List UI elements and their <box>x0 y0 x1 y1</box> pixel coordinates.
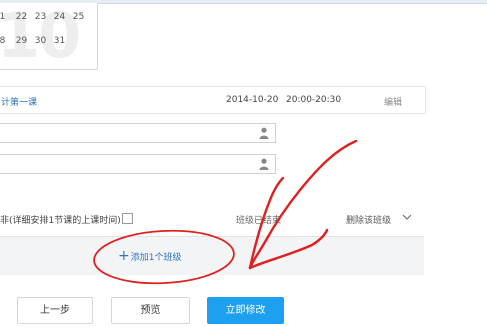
assistant-input[interactable] <box>0 154 276 174</box>
lesson-title[interactable]: 计第一课 <box>1 95 37 108</box>
add-class-button[interactable]: + 添加1个班级 <box>118 248 182 264</box>
calendar-day[interactable]: 30 <box>31 36 50 46</box>
calendar-week-row: 8 29 30 31 <box>0 36 69 46</box>
teacher-input[interactable] <box>0 123 276 143</box>
calendar-day[interactable]: 31 <box>50 36 69 46</box>
calendar-day[interactable]: 22 <box>12 12 31 22</box>
plus-icon: + <box>118 248 130 264</box>
calendar-day[interactable]: 8 <box>0 36 12 46</box>
person-icon <box>259 158 269 170</box>
save-changes-button[interactable]: 立即修改 <box>207 297 284 324</box>
lesson-time: 20:00-20:30 <box>286 95 342 105</box>
class-status: 班级已结束 <box>236 216 282 226</box>
add-class-bar: + 添加1个班级 <box>0 236 424 275</box>
person-icon <box>259 127 269 139</box>
calendar-day[interactable]: 25 <box>69 12 88 22</box>
preview-button[interactable]: 预览 <box>111 297 190 324</box>
calendar-week-row: 1 22 23 24 25 <box>0 12 88 22</box>
add-class-label: 添加1个班级 <box>130 253 182 263</box>
edit-lesson-link[interactable]: 编辑 <box>384 95 402 108</box>
calendar-day[interactable]: 24 <box>50 12 69 22</box>
calendar: 10 1 22 23 24 25 8 29 30 31 <box>0 3 98 70</box>
previous-step-button[interactable]: 上一步 <box>17 297 93 324</box>
lesson-date: 2014-10-20 <box>226 95 279 105</box>
schedule-description: 非(详细安排1节课的上课时间) <box>0 216 121 226</box>
lesson-row: 计第一课 2014-10-20 20:00-20:30 编辑 <box>0 86 426 114</box>
delete-class-link[interactable]: 删除该班级 <box>346 213 391 226</box>
calendar-day[interactable]: 23 <box>31 12 50 22</box>
schedule-checkbox[interactable] <box>122 213 133 224</box>
calendar-day[interactable]: 1 <box>0 12 12 22</box>
schedule-row: 非(详细安排1节课的上课时间) 班级已结束 删除该班级 <box>0 204 424 234</box>
chevron-down-icon[interactable] <box>402 213 412 221</box>
calendar-day[interactable]: 29 <box>12 36 31 46</box>
